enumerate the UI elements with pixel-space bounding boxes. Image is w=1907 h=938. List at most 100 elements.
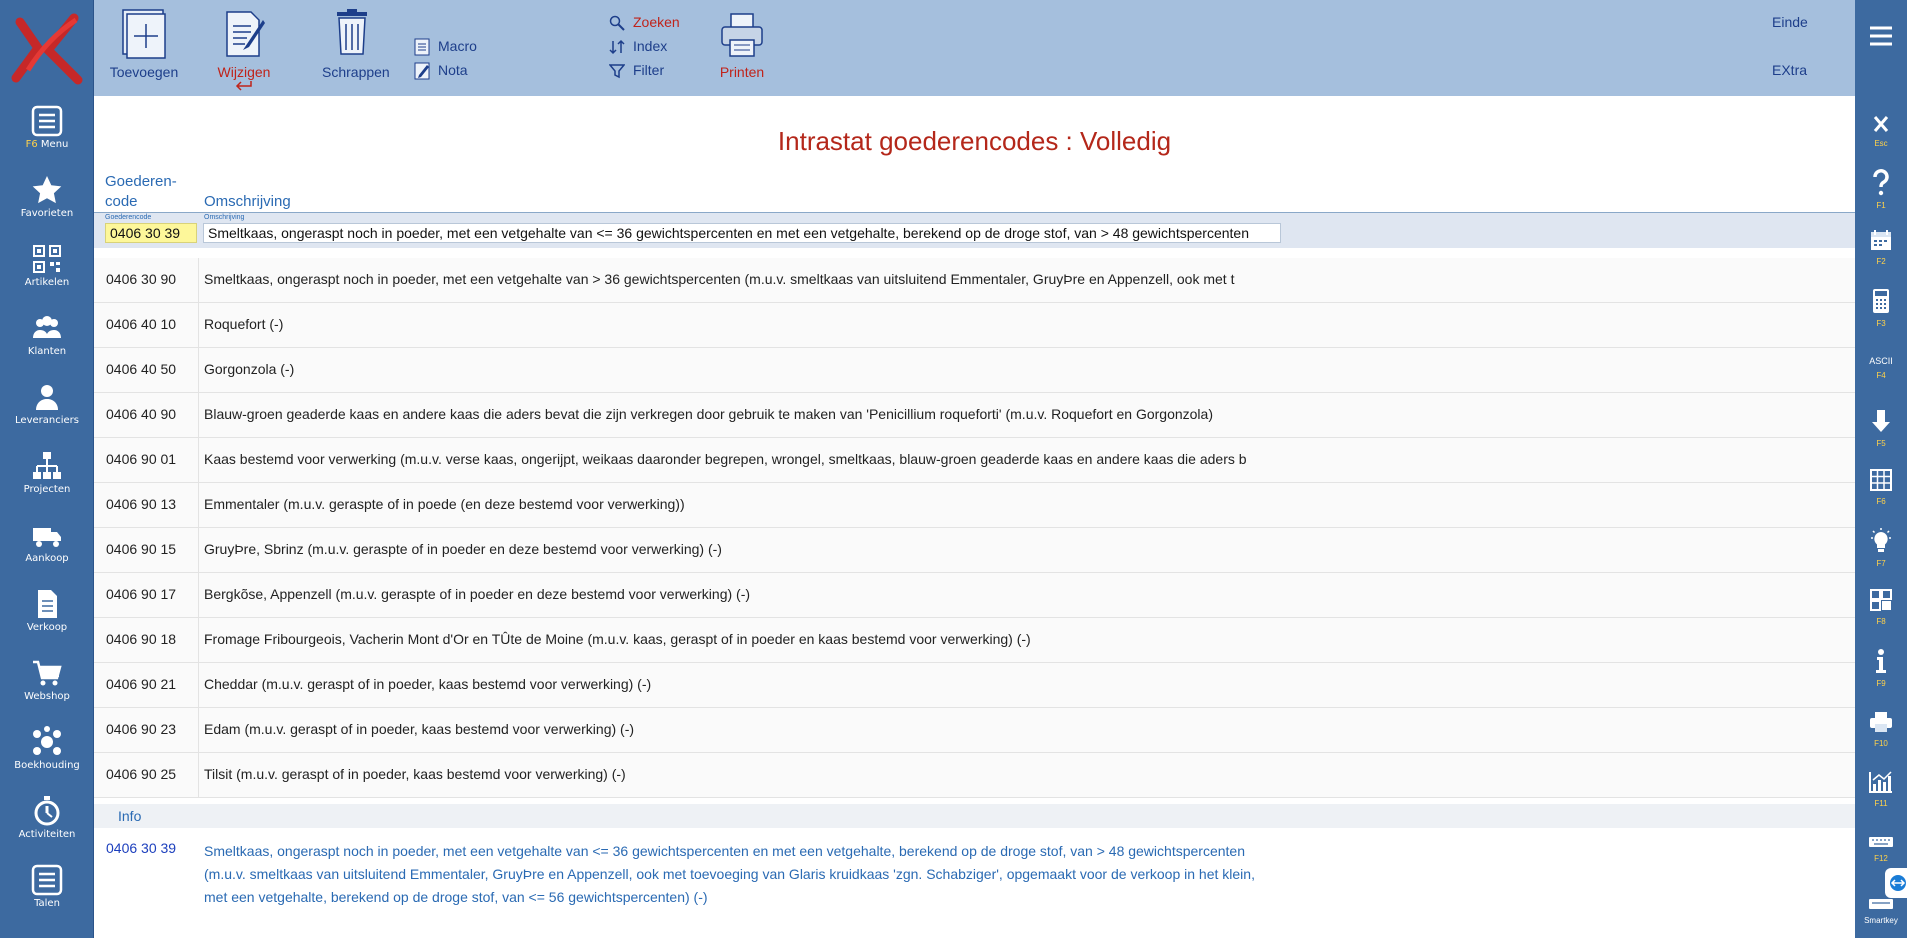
sidebar-item-label: Leveranciers xyxy=(15,415,79,426)
row-description: Blauw-groen geaderde kaas en andere kaas… xyxy=(204,406,1213,422)
search-button[interactable]: Zoeken xyxy=(609,14,680,32)
sidebar-item-artikelen[interactable]: Artikelen xyxy=(0,242,94,311)
function-key-f8[interactable]: F8 xyxy=(1855,588,1907,626)
table-row[interactable]: 0406 90 13 Emmentaler (m.u.v. geraspte of… xyxy=(94,483,1855,528)
hamburger-menu-button[interactable] xyxy=(1855,24,1907,52)
table-row[interactable]: 0406 90 23 Edam (m.u.v. geraspt of in poe… xyxy=(94,708,1855,753)
info-bar: Info xyxy=(94,804,1855,828)
layout-icon xyxy=(1870,589,1892,611)
macro-button[interactable]: Macro xyxy=(414,38,477,56)
row-description: Kaas bestemd voor verwerking (m.u.v. ver… xyxy=(204,451,1247,467)
sidebar-item-label: Klanten xyxy=(27,346,67,357)
sidebar-item-label: Activiteiten xyxy=(18,829,76,840)
cart-icon xyxy=(33,660,62,686)
function-key-label: F4 xyxy=(1876,371,1886,380)
edit-button[interactable]: Wijzigen xyxy=(214,8,274,92)
sidebar-item-activiteiten[interactable]: Activiteiten xyxy=(0,794,94,863)
print-button[interactable]: Printen xyxy=(712,10,772,80)
sidebar-item-talen[interactable]: Talen xyxy=(0,863,94,932)
table-row[interactable]: 0406 40 50 Gorgonzola (-) xyxy=(94,348,1855,393)
function-key-f12[interactable]: F12 xyxy=(1855,834,1907,863)
table-row[interactable]: 0406 30 90 Smeltkaas, ongeraspt noch in p… xyxy=(94,258,1855,303)
table-row[interactable]: 0406 40 90 Blauw-groen geaderde kaas en a… xyxy=(94,393,1855,438)
column-header-description[interactable]: Omschrijving xyxy=(204,192,291,212)
app-logo[interactable] xyxy=(8,8,88,88)
info-label: Info xyxy=(118,808,142,824)
search-label: Zoeken xyxy=(633,14,680,30)
function-key-f5[interactable]: F5 xyxy=(1855,408,1907,448)
sidebar-item-projecten[interactable]: Projecten xyxy=(0,449,94,518)
stopwatch-icon xyxy=(34,796,60,826)
trash-icon xyxy=(337,9,367,55)
function-key-f3[interactable]: F3 xyxy=(1855,288,1907,328)
function-key-label: F3 xyxy=(1876,319,1886,328)
function-key-label: F11 xyxy=(1874,799,1888,808)
row-code: 0406 40 50 xyxy=(106,361,177,377)
row-code: 0406 40 90 xyxy=(106,406,177,422)
sidebar-item-menu[interactable]: F6 Menu xyxy=(0,104,94,173)
quit-button[interactable]: Einde xyxy=(1772,14,1808,30)
extra-button[interactable]: EXtra xyxy=(1772,62,1807,78)
selected-row[interactable]: Goederencode Omschrijving 0406 30 39 Sme… xyxy=(94,213,1855,248)
function-key-f9[interactable]: F9 xyxy=(1855,648,1907,688)
sidebar-item-klanten[interactable]: Klanten xyxy=(0,311,94,380)
table-row[interactable]: 0406 90 25 Tilsit (m.u.v. geraspt of in p… xyxy=(94,753,1855,798)
function-key-f1[interactable]: F1 xyxy=(1855,168,1907,210)
filter-label: Filter xyxy=(633,62,665,78)
function-key-f10[interactable]: F10 xyxy=(1855,710,1907,748)
row-code: 0406 90 25 xyxy=(106,766,177,782)
row-description: Fromage Fribourgeois, Vacherin Mont d'Or… xyxy=(204,631,1031,647)
users-icon xyxy=(33,316,61,338)
table-row[interactable]: 0406 40 10 Roquefort (-) xyxy=(94,303,1855,348)
filter-button[interactable]: Filter xyxy=(608,62,665,79)
user-icon xyxy=(36,385,58,410)
code-input[interactable]: 0406 30 39 xyxy=(105,223,197,243)
column-header-code[interactable]: Goederen- code xyxy=(105,172,177,212)
column-header-code-line1: Goederen- xyxy=(105,173,177,190)
right-function-bar: Esc F1 F2 F3 ASCII F4 F5 F6 F7 F8 F9 F10… xyxy=(1855,0,1907,938)
help-icon xyxy=(1873,169,1889,196)
function-key-label: Smartkey xyxy=(1864,916,1898,925)
function-key-f2[interactable]: F2 xyxy=(1855,228,1907,266)
row-code: 0406 90 18 xyxy=(106,631,177,647)
table-row[interactable]: 0406 90 15 GruyÞre, Sbrinz (m.u.v. gerasp… xyxy=(94,528,1855,573)
sidebar-item-aankoop[interactable]: Aankoop xyxy=(0,518,94,587)
sidebar-item-boekhouding[interactable]: Boekhouding xyxy=(0,725,94,794)
row-description: Smeltkaas, ongeraspt noch in poeder, met… xyxy=(204,271,1235,287)
table-row[interactable]: 0406 90 17 Bergkõse, Appenzell (m.u.v. ge… xyxy=(94,573,1855,618)
sidebar-item-favorieten[interactable]: Favorieten xyxy=(0,173,94,242)
sidebar-item-leveranciers[interactable]: Leveranciers xyxy=(0,380,94,449)
function-key-esc[interactable]: Esc xyxy=(1855,114,1907,148)
table-row[interactable]: 0406 90 18 Fromage Fribourgeois, Vacherin… xyxy=(94,618,1855,663)
table-row[interactable]: 0406 90 01 Kaas bestemd voor verwerking (… xyxy=(94,438,1855,483)
list-icon xyxy=(31,864,63,896)
smartkey-button[interactable]: Smartkey xyxy=(1855,896,1907,925)
sidebar-item-webshop[interactable]: Webshop xyxy=(0,656,94,725)
function-key-f11[interactable]: F11 xyxy=(1855,770,1907,808)
index-label: Index xyxy=(633,38,668,54)
function-key-f4[interactable]: ASCII F4 xyxy=(1855,356,1907,380)
field-label-code: Goederencode xyxy=(105,214,152,221)
ascii-icon: ASCII xyxy=(1869,356,1893,366)
add-button-label: Toevoegen xyxy=(109,64,179,80)
table-row[interactable]: 0406 90 21 Cheddar (m.u.v. geraspt of in … xyxy=(94,663,1855,708)
function-key-f6[interactable]: F6 xyxy=(1855,468,1907,506)
teamviewer-tab[interactable] xyxy=(1885,868,1907,898)
description-input[interactable]: Smeltkaas, ongeraspt noch in poeder, met… xyxy=(203,223,1281,243)
add-button[interactable]: Toevoegen xyxy=(106,8,182,80)
close-icon xyxy=(1873,116,1889,132)
index-button[interactable]: Index xyxy=(609,38,667,55)
delete-button[interactable]: Schrappen xyxy=(322,8,390,80)
function-key-label: F8 xyxy=(1876,617,1886,626)
star-icon xyxy=(32,176,62,204)
calendar-icon xyxy=(1871,230,1891,250)
menu-icon xyxy=(31,105,63,137)
sidebar-item-label: Artikelen xyxy=(24,277,70,288)
sidebar-item-label: Webshop xyxy=(24,691,70,702)
sidebar-item-verkoop[interactable]: Verkoop xyxy=(0,587,94,656)
nota-button[interactable]: Nota xyxy=(414,62,468,80)
function-key-label: F10 xyxy=(1874,739,1888,748)
lightbulb-icon xyxy=(1871,528,1891,552)
function-key-f7[interactable]: F7 xyxy=(1855,528,1907,568)
sidebar-key-f6: F6 xyxy=(25,139,38,150)
